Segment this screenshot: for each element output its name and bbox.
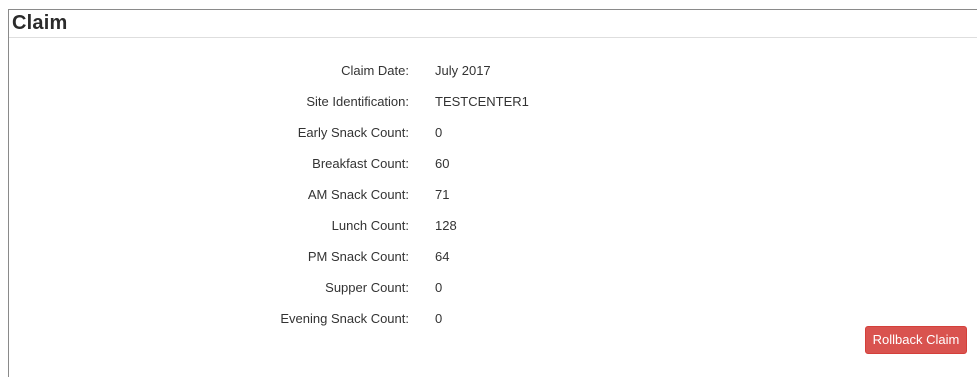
field-value: 0 [435,280,443,295]
field-row-breakfast-count: Breakfast Count: 60 [9,148,977,179]
field-label: Lunch Count: [331,218,409,233]
rollback-claim-button[interactable]: Rollback Claim [865,326,967,354]
field-value: 64 [435,249,450,264]
field-row-pm-snack-count: PM Snack Count: 64 [9,241,977,272]
field-label: Claim Date: [341,63,409,78]
field-value: 0 [435,311,443,326]
field-label: Site Identification: [306,94,409,109]
field-value: 128 [435,218,457,233]
field-row-lunch-count: Lunch Count: 128 [9,210,977,241]
field-row-early-snack-count: Early Snack Count: 0 [9,117,977,148]
field-label: Breakfast Count: [312,156,409,171]
panel-title: Claim [12,12,68,34]
field-row-am-snack-count: AM Snack Count: 71 [9,179,977,210]
field-label: Evening Snack Count: [280,311,409,326]
field-row-claim-date: Claim Date: July 2017 [9,55,977,86]
field-label: Early Snack Count: [297,125,409,140]
field-row-site-identification: Site Identification: TESTCENTER1 [9,86,977,117]
field-value: TESTCENTER1 [435,94,529,109]
field-value: July 2017 [435,63,491,78]
field-value: 0 [435,125,443,140]
field-label: AM Snack Count: [307,187,409,202]
field-label: Supper Count: [325,280,409,295]
field-row-evening-snack-count: Evening Snack Count: 0 [9,303,977,334]
field-row-supper-count: Supper Count: 0 [9,272,977,303]
field-value: 60 [435,156,450,171]
field-value: 71 [435,187,450,202]
panel-header: Claim [9,10,977,38]
claim-panel: Claim Claim Date: July 2017 Site Identif… [8,9,977,377]
field-label: PM Snack Count: [307,249,409,264]
claim-details: Claim Date: July 2017 Site Identificatio… [9,55,977,334]
